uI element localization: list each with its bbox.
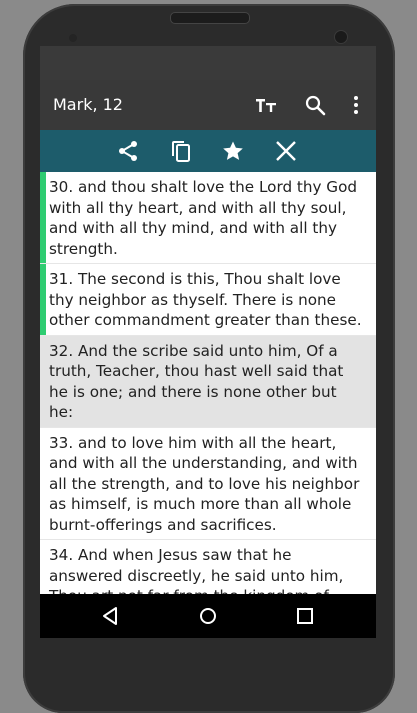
front-camera (334, 30, 348, 44)
verse-32[interactable]: 32. And the scribe said unto him, Of a t… (40, 335, 376, 428)
verse-text: 34. And when Jesus saw that he answered … (49, 546, 344, 594)
screen: Mark, 12 30. and thou shalt love the Lor… (40, 46, 376, 638)
navigation-bar (40, 594, 376, 638)
verse-text: 32. And the scribe said unto him, Of a t… (49, 341, 344, 422)
copy-icon[interactable] (169, 139, 193, 163)
more-vert-icon[interactable] (344, 93, 368, 117)
search-icon[interactable] (303, 93, 327, 117)
app-bar: Mark, 12 (40, 80, 376, 130)
recents-icon[interactable] (293, 604, 317, 628)
close-icon[interactable] (274, 139, 298, 163)
selection-action-bar (40, 130, 376, 172)
home-icon[interactable] (196, 604, 220, 628)
verse-text: 33. and to love him with all the heart, … (49, 433, 360, 534)
verse-text: 30. and thou shalt love the Lord thy God… (49, 178, 358, 258)
proximity-sensor (69, 34, 77, 42)
verse-34[interactable]: 34. And when Jesus saw that he answered … (40, 540, 376, 594)
verse-30[interactable]: 30. and thou shalt love the Lord thy God… (40, 172, 376, 264)
verse-33[interactable]: 33. and to love him with all the heart, … (40, 428, 376, 540)
share-icon[interactable] (116, 139, 140, 163)
verse-list[interactable]: 30. and thou shalt love the Lord thy God… (40, 172, 376, 594)
text-size-icon[interactable] (254, 93, 278, 117)
speaker-grille (170, 12, 250, 24)
star-icon[interactable] (221, 139, 245, 163)
verse-text: 31. The second is this, Thou shalt love … (49, 270, 362, 329)
status-bar (40, 46, 376, 80)
verse-31[interactable]: 31. The second is this, Thou shalt love … (40, 264, 376, 336)
back-icon[interactable] (98, 604, 122, 628)
page-title: Mark, 12 (53, 95, 123, 114)
